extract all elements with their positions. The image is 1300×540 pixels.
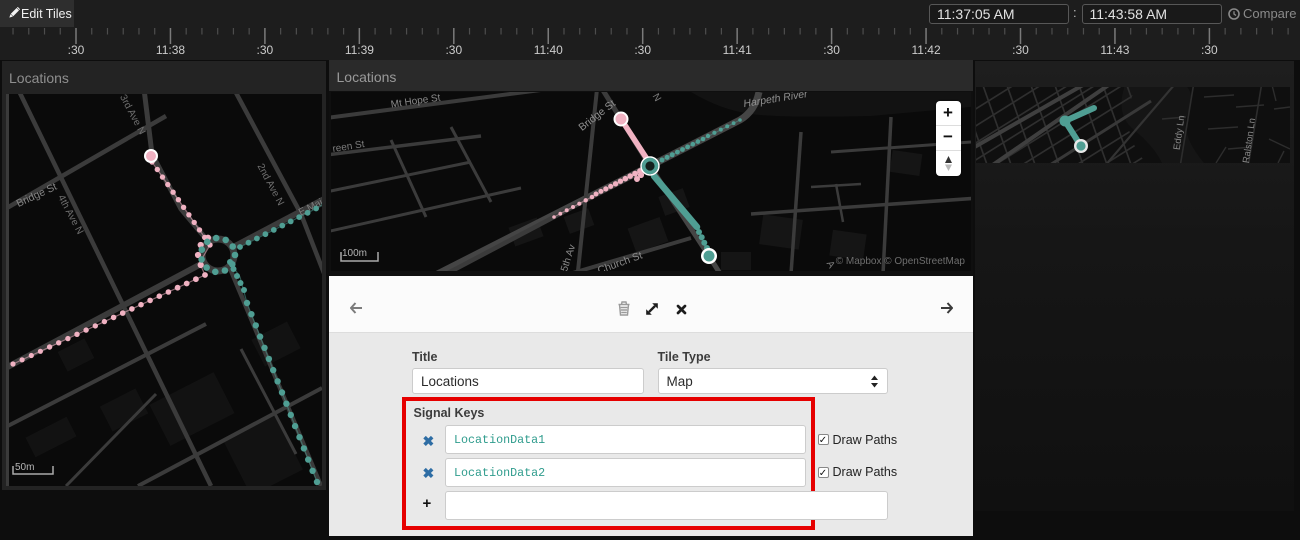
svg-text:11:41: 11:41 bbox=[723, 43, 752, 57]
svg-text::30: :30 bbox=[1201, 43, 1218, 57]
svg-text:© Mapbox © OpenStreetMap: © Mapbox © OpenStreetMap bbox=[836, 256, 966, 267]
svg-text:50m: 50m bbox=[15, 462, 34, 473]
svg-text::30: :30 bbox=[823, 43, 840, 57]
svg-text:11:38: 11:38 bbox=[156, 43, 185, 57]
svg-text:11:42: 11:42 bbox=[912, 43, 941, 57]
svg-text::30: :30 bbox=[1012, 43, 1029, 57]
svg-text::30: :30 bbox=[68, 43, 85, 57]
svg-text:100m: 100m bbox=[342, 248, 367, 259]
svg-text:11:40: 11:40 bbox=[534, 43, 563, 57]
svg-text::30: :30 bbox=[257, 43, 274, 57]
svg-text::30: :30 bbox=[445, 43, 462, 57]
svg-text::30: :30 bbox=[634, 43, 651, 57]
svg-text:11:43: 11:43 bbox=[1100, 43, 1129, 57]
svg-text:11:39: 11:39 bbox=[345, 43, 374, 57]
